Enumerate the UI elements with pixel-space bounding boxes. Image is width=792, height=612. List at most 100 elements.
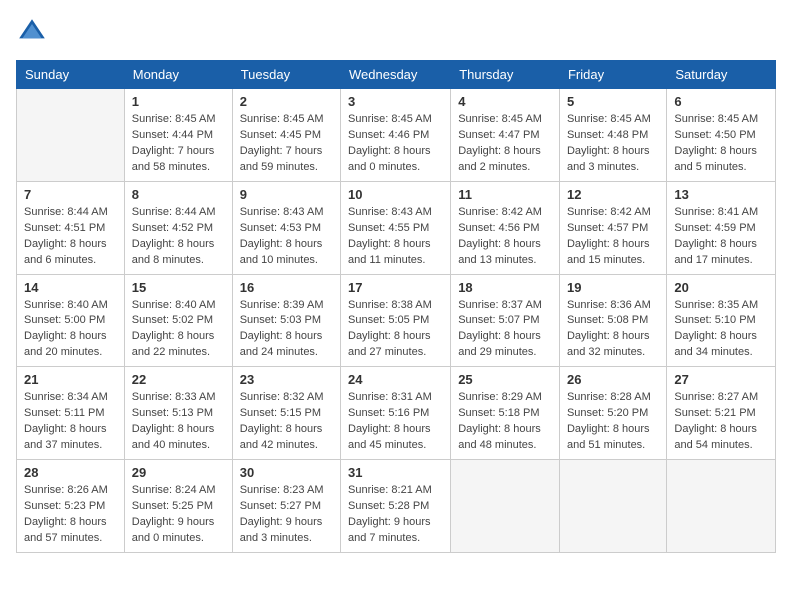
daylight-label: Daylight: 8 hours and 34 minutes.	[674, 329, 768, 361]
logo-icon	[16, 16, 48, 48]
sunrise-text: Sunrise: 8:43 AM	[240, 205, 333, 221]
day-info: Sunrise: 8:28 AM Sunset: 5:20 PM Dayligh…	[567, 390, 659, 454]
sunset-text: Sunset: 5:08 PM	[567, 313, 659, 329]
day-info: Sunrise: 8:21 AM Sunset: 5:28 PM Dayligh…	[348, 483, 443, 547]
calendar-table: SundayMondayTuesdayWednesdayThursdayFrid…	[16, 60, 776, 553]
calendar-header-friday: Friday	[559, 61, 666, 89]
day-number: 3	[348, 94, 443, 109]
daylight-label: Daylight: 8 hours and 3 minutes.	[567, 144, 659, 176]
sunset-text: Sunset: 4:50 PM	[674, 128, 768, 144]
sunrise-text: Sunrise: 8:42 AM	[567, 205, 659, 221]
calendar-cell: 19 Sunrise: 8:36 AM Sunset: 5:08 PM Dayl…	[559, 274, 666, 367]
sunset-text: Sunset: 5:00 PM	[24, 313, 117, 329]
calendar-header-thursday: Thursday	[451, 61, 560, 89]
sunset-text: Sunset: 4:56 PM	[458, 221, 552, 237]
daylight-label: Daylight: 8 hours and 2 minutes.	[458, 144, 552, 176]
day-info: Sunrise: 8:40 AM Sunset: 5:00 PM Dayligh…	[24, 298, 117, 362]
sunset-text: Sunset: 4:45 PM	[240, 128, 333, 144]
sunset-text: Sunset: 4:48 PM	[567, 128, 659, 144]
calendar-cell: 26 Sunrise: 8:28 AM Sunset: 5:20 PM Dayl…	[559, 367, 666, 460]
sunset-text: Sunset: 5:05 PM	[348, 313, 443, 329]
day-number: 16	[240, 280, 333, 295]
calendar-cell	[667, 460, 776, 553]
sunrise-text: Sunrise: 8:45 AM	[458, 112, 552, 128]
day-number: 10	[348, 187, 443, 202]
sunrise-text: Sunrise: 8:27 AM	[674, 390, 768, 406]
day-number: 8	[132, 187, 225, 202]
calendar-cell: 31 Sunrise: 8:21 AM Sunset: 5:28 PM Dayl…	[341, 460, 451, 553]
day-number: 27	[674, 372, 768, 387]
sunset-text: Sunset: 5:21 PM	[674, 406, 768, 422]
sunrise-text: Sunrise: 8:29 AM	[458, 390, 552, 406]
day-info: Sunrise: 8:45 AM Sunset: 4:45 PM Dayligh…	[240, 112, 333, 176]
sunset-text: Sunset: 5:16 PM	[348, 406, 443, 422]
sunrise-text: Sunrise: 8:45 AM	[132, 112, 225, 128]
day-info: Sunrise: 8:23 AM Sunset: 5:27 PM Dayligh…	[240, 483, 333, 547]
day-info: Sunrise: 8:43 AM Sunset: 4:55 PM Dayligh…	[348, 205, 443, 269]
daylight-label: Daylight: 8 hours and 42 minutes.	[240, 422, 333, 454]
daylight-label: Daylight: 8 hours and 6 minutes.	[24, 237, 117, 269]
day-number: 23	[240, 372, 333, 387]
daylight-label: Daylight: 9 hours and 0 minutes.	[132, 515, 225, 547]
day-info: Sunrise: 8:45 AM Sunset: 4:50 PM Dayligh…	[674, 112, 768, 176]
day-number: 6	[674, 94, 768, 109]
calendar-cell	[559, 460, 666, 553]
sunrise-text: Sunrise: 8:40 AM	[24, 298, 117, 314]
daylight-label: Daylight: 8 hours and 27 minutes.	[348, 329, 443, 361]
daylight-label: Daylight: 8 hours and 48 minutes.	[458, 422, 552, 454]
day-info: Sunrise: 8:33 AM Sunset: 5:13 PM Dayligh…	[132, 390, 225, 454]
daylight-label: Daylight: 8 hours and 10 minutes.	[240, 237, 333, 269]
sunset-text: Sunset: 5:28 PM	[348, 499, 443, 515]
daylight-label: Daylight: 8 hours and 24 minutes.	[240, 329, 333, 361]
day-info: Sunrise: 8:42 AM Sunset: 4:56 PM Dayligh…	[458, 205, 552, 269]
day-info: Sunrise: 8:34 AM Sunset: 5:11 PM Dayligh…	[24, 390, 117, 454]
calendar-cell: 10 Sunrise: 8:43 AM Sunset: 4:55 PM Dayl…	[341, 181, 451, 274]
day-number: 19	[567, 280, 659, 295]
day-number: 14	[24, 280, 117, 295]
daylight-label: Daylight: 8 hours and 29 minutes.	[458, 329, 552, 361]
daylight-label: Daylight: 8 hours and 13 minutes.	[458, 237, 552, 269]
day-info: Sunrise: 8:45 AM Sunset: 4:44 PM Dayligh…	[132, 112, 225, 176]
day-number: 12	[567, 187, 659, 202]
daylight-label: Daylight: 8 hours and 0 minutes.	[348, 144, 443, 176]
sunrise-text: Sunrise: 8:44 AM	[24, 205, 117, 221]
sunrise-text: Sunrise: 8:44 AM	[132, 205, 225, 221]
sunset-text: Sunset: 4:51 PM	[24, 221, 117, 237]
sunrise-text: Sunrise: 8:24 AM	[132, 483, 225, 499]
daylight-label: Daylight: 8 hours and 45 minutes.	[348, 422, 443, 454]
calendar-cell: 29 Sunrise: 8:24 AM Sunset: 5:25 PM Dayl…	[124, 460, 232, 553]
sunrise-text: Sunrise: 8:42 AM	[458, 205, 552, 221]
calendar-header-tuesday: Tuesday	[232, 61, 340, 89]
daylight-label: Daylight: 8 hours and 37 minutes.	[24, 422, 117, 454]
daylight-label: Daylight: 8 hours and 22 minutes.	[132, 329, 225, 361]
sunset-text: Sunset: 5:02 PM	[132, 313, 225, 329]
sunset-text: Sunset: 4:53 PM	[240, 221, 333, 237]
sunrise-text: Sunrise: 8:45 AM	[348, 112, 443, 128]
day-info: Sunrise: 8:35 AM Sunset: 5:10 PM Dayligh…	[674, 298, 768, 362]
day-number: 22	[132, 372, 225, 387]
calendar-week-row: 14 Sunrise: 8:40 AM Sunset: 5:00 PM Dayl…	[17, 274, 776, 367]
calendar-header-saturday: Saturday	[667, 61, 776, 89]
sunrise-text: Sunrise: 8:40 AM	[132, 298, 225, 314]
sunset-text: Sunset: 4:55 PM	[348, 221, 443, 237]
daylight-label: Daylight: 8 hours and 5 minutes.	[674, 144, 768, 176]
sunrise-text: Sunrise: 8:35 AM	[674, 298, 768, 314]
sunset-text: Sunset: 5:15 PM	[240, 406, 333, 422]
day-info: Sunrise: 8:45 AM Sunset: 4:47 PM Dayligh…	[458, 112, 552, 176]
sunrise-text: Sunrise: 8:45 AM	[240, 112, 333, 128]
calendar-cell: 6 Sunrise: 8:45 AM Sunset: 4:50 PM Dayli…	[667, 89, 776, 182]
day-info: Sunrise: 8:38 AM Sunset: 5:05 PM Dayligh…	[348, 298, 443, 362]
day-number: 28	[24, 465, 117, 480]
day-number: 25	[458, 372, 552, 387]
day-number: 29	[132, 465, 225, 480]
day-number: 13	[674, 187, 768, 202]
sunrise-text: Sunrise: 8:37 AM	[458, 298, 552, 314]
day-number: 20	[674, 280, 768, 295]
day-number: 26	[567, 372, 659, 387]
sunset-text: Sunset: 5:20 PM	[567, 406, 659, 422]
day-info: Sunrise: 8:45 AM Sunset: 4:46 PM Dayligh…	[348, 112, 443, 176]
day-number: 4	[458, 94, 552, 109]
calendar-cell: 8 Sunrise: 8:44 AM Sunset: 4:52 PM Dayli…	[124, 181, 232, 274]
calendar-header-monday: Monday	[124, 61, 232, 89]
calendar-cell: 30 Sunrise: 8:23 AM Sunset: 5:27 PM Dayl…	[232, 460, 340, 553]
